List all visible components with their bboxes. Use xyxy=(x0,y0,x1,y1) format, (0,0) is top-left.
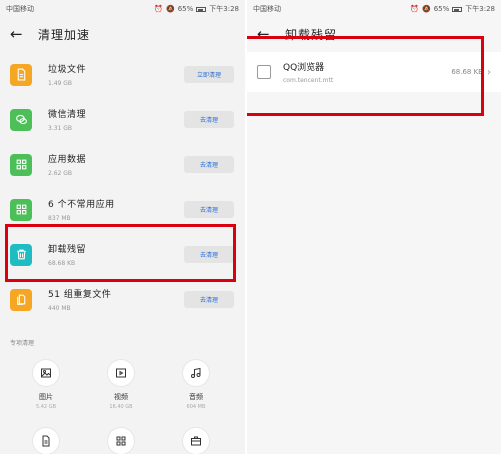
clean-now-button[interactable]: 立即清理 xyxy=(184,66,234,83)
status-bar: 中国移动 ⏰ 🔕 65% 下午3:28 xyxy=(247,0,501,18)
wechat-icon xyxy=(10,108,32,131)
special-item-documents[interactable] xyxy=(16,428,76,454)
status-bar: 中国移动 ⏰ 🔕 65% 下午3:28 xyxy=(0,0,245,18)
alarm-icon: ⏰ xyxy=(154,5,163,13)
special-item-size: 16.40 GB xyxy=(109,404,133,410)
page-title: 清理加速 xyxy=(38,27,91,42)
apps-grid-icon xyxy=(108,428,134,454)
special-item-packages[interactable] xyxy=(166,428,226,454)
video-icon xyxy=(108,360,134,386)
go-clean-button[interactable]: 去清理 xyxy=(184,156,234,173)
battery-percent: 65% xyxy=(433,5,450,13)
list-item-wechat[interactable]: 微信清理 3.31 GB 去清理 xyxy=(0,97,245,142)
select-checkbox[interactable] xyxy=(257,65,271,79)
special-item-videos[interactable]: 视频 16.40 GB xyxy=(91,360,151,410)
residue-size: 68.68 KB xyxy=(451,68,483,76)
carrier-label: 中国移动 xyxy=(253,5,281,13)
go-clean-button[interactable]: 去清理 xyxy=(184,291,234,308)
mute-icon: 🔕 xyxy=(421,5,431,13)
special-cleanup-title: 专项清理 xyxy=(10,340,35,347)
go-clean-button[interactable]: 去清理 xyxy=(184,111,234,128)
apps-grid-icon xyxy=(10,198,32,221)
special-item-audio[interactable]: 音频 604 MB xyxy=(166,360,226,410)
battery-percent: 65% xyxy=(177,5,194,13)
special-item-apps[interactable] xyxy=(91,428,151,454)
go-clean-button[interactable]: 去清理 xyxy=(184,201,234,218)
file-icon xyxy=(33,428,59,454)
page-title: 卸载残留 xyxy=(285,27,338,42)
list-item-junk-files[interactable]: 垃圾文件 1.49 GB 立即清理 xyxy=(0,52,245,97)
right-screen: 中国移动 ⏰ 🔕 65% 下午3:28 ← 卸载残留 QQ浏览器 com.ten… xyxy=(247,0,501,454)
special-item-label: 音频 xyxy=(189,393,203,401)
list-item-uninstall-residue[interactable]: 卸载残留 68.68 KB 去清理 xyxy=(0,232,245,277)
special-item-images[interactable]: 图片 5.42 GB xyxy=(16,360,76,410)
app-bar: ← 卸载残留 xyxy=(247,18,501,50)
clock: 下午3:28 xyxy=(465,5,495,13)
app-bar: ← 清理加速 xyxy=(0,18,245,50)
special-item-size: 5.42 GB xyxy=(35,404,57,410)
list-item-duplicate-files[interactable]: 51 组重复文件 440 MB 去清理 xyxy=(0,277,245,322)
left-screen: 中国移动 ⏰ 🔕 65% 下午3:28 ← 清理加速 垃圾文件 1.49 GB … xyxy=(0,0,245,454)
special-item-size: 604 MB xyxy=(186,404,206,410)
battery-icon xyxy=(196,6,207,12)
back-arrow-icon[interactable]: ← xyxy=(10,25,30,43)
back-arrow-icon[interactable]: ← xyxy=(257,25,277,43)
duplicate-file-icon xyxy=(10,288,32,311)
list-item-app-data[interactable]: 应用数据 2.62 GB 去清理 xyxy=(0,142,245,187)
mute-icon: 🔕 xyxy=(165,5,175,13)
chevron-right-icon: › xyxy=(487,66,491,78)
go-clean-button[interactable]: 去清理 xyxy=(184,246,234,263)
document-icon xyxy=(10,63,32,86)
trash-icon xyxy=(10,243,32,266)
clock: 下午3:28 xyxy=(209,5,239,13)
special-item-label: 视频 xyxy=(114,393,128,401)
alarm-icon: ⏰ xyxy=(410,5,419,13)
app-name: QQ浏览器 xyxy=(283,63,325,73)
cleanup-list: 垃圾文件 1.49 GB 立即清理 微信清理 3.31 GB 去清理 应用数据 … xyxy=(0,52,245,322)
package-name: com.tencent.mtt xyxy=(283,77,334,84)
residue-item[interactable]: QQ浏览器 com.tencent.mtt 68.68 KB › xyxy=(247,52,501,92)
carrier-label: 中国移动 xyxy=(6,5,34,13)
image-icon xyxy=(33,360,59,386)
music-icon xyxy=(183,360,209,386)
list-item-unused-apps[interactable]: 6 个不常用应用 837 MB 去清理 xyxy=(0,187,245,232)
special-item-label: 图片 xyxy=(39,393,53,401)
briefcase-icon xyxy=(183,428,209,454)
battery-icon xyxy=(452,6,463,12)
apps-grid-icon xyxy=(10,153,32,176)
